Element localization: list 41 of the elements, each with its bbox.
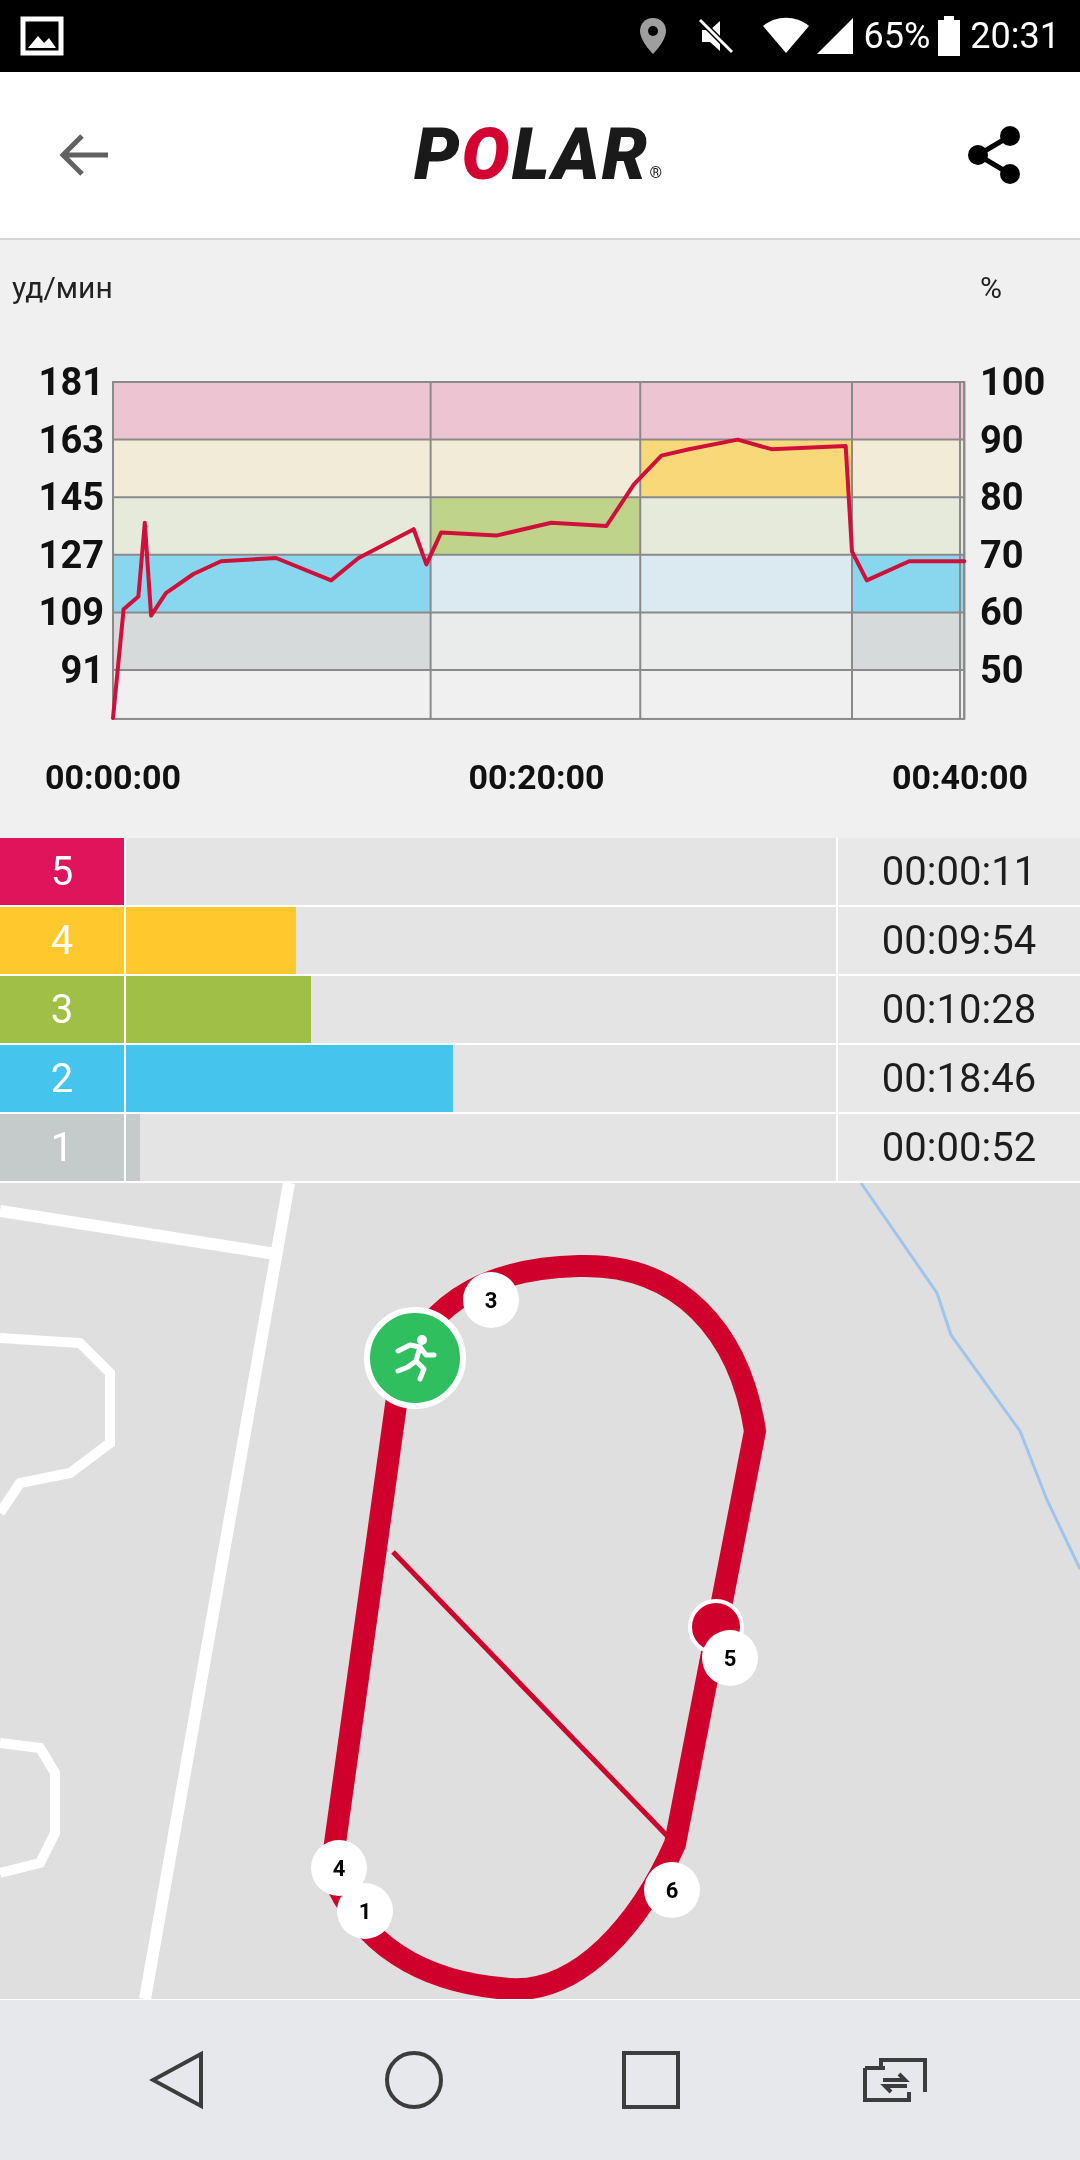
axis-unit: % [980,270,1002,305]
wifi-icon [761,17,810,55]
battery-percent: 65% [863,14,931,59]
zone-time: 00:18:46 [836,1045,1080,1112]
zone-number: 3 [0,976,124,1043]
image-icon [20,16,64,56]
axis-label: 00:00:00 [44,757,182,797]
zone-number: 2 [0,1045,124,1112]
zone-time: 00:10:28 [836,976,1080,1043]
axis-label: 90 [980,417,1024,462]
axis-label: 100 [980,360,1046,404]
clock: 20:31 [970,14,1060,59]
axis-label: 91 [60,648,104,692]
axis-label: 163 [38,417,104,462]
axis-label: 127 [38,532,104,577]
axis-unit: уд/мин [12,270,113,305]
axis-label: 109 [38,590,104,635]
zone-number: 5 [0,838,124,905]
axis-label: 00:40:00 [891,757,1029,797]
axis-label: 145 [38,475,104,520]
axis-label: 70 [980,532,1024,577]
zone-time: 00:00:52 [836,1114,1080,1181]
signal-icon [815,17,854,55]
polar-logo: POLAR [414,119,650,191]
axis-label: 60 [980,590,1024,635]
axis-label: 80 [980,475,1024,520]
registered-mark: ® [649,162,662,184]
back-icon [58,133,110,177]
recents-nav-icon[interactable] [622,2051,681,2109]
share-icon [966,126,1022,184]
home-nav-icon[interactable] [383,2050,444,2110]
axis-label: 00:20:00 [468,757,605,797]
axis-label: 50 [980,648,1024,692]
back-nav-icon[interactable] [149,2050,206,2110]
axis-label: 181 [38,360,104,404]
zone-time: 00:00:11 [836,838,1080,905]
zone-time: 00:09:54 [836,907,1080,974]
location-icon [637,16,668,56]
zone-number: 1 [0,1114,124,1181]
zone-number: 4 [0,907,124,974]
battery-icon [938,16,961,56]
